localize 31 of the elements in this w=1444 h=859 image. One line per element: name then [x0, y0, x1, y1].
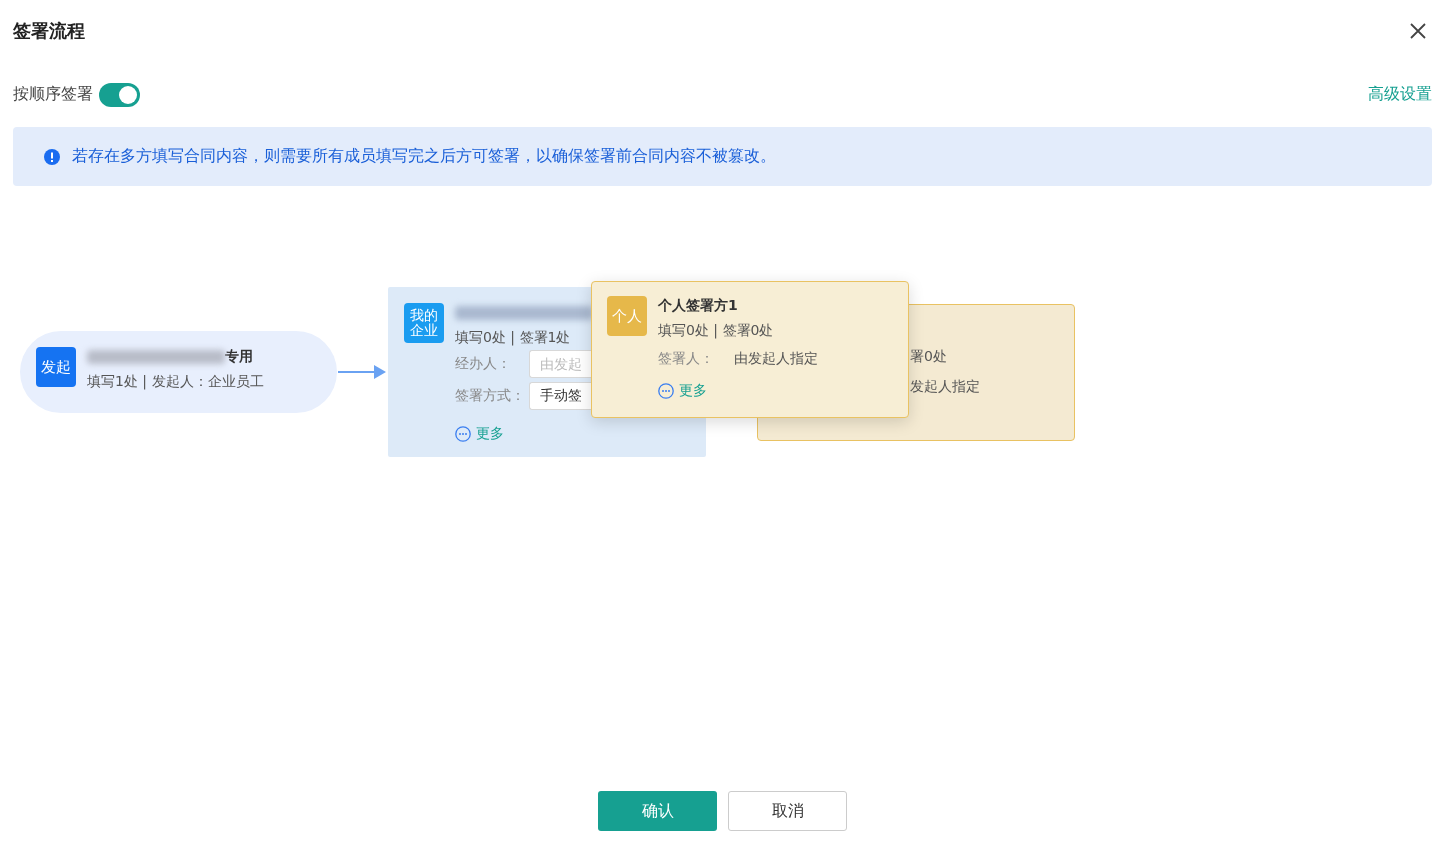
ellipsis-icon	[658, 383, 674, 399]
signer-summary: 署0处	[910, 348, 947, 366]
field-label: 经办人：	[455, 355, 512, 373]
ellipsis-icon	[455, 426, 471, 442]
signer-name: 专用	[225, 348, 253, 366]
field-label: 签署人：	[658, 350, 715, 368]
signer-value: 由发起人指定	[734, 350, 818, 368]
signer-summary: 填写0处 | 签署0处	[658, 322, 774, 340]
role-badge: 发起	[36, 347, 76, 387]
info-icon	[44, 148, 60, 165]
role-badge: 我的企业	[404, 303, 444, 343]
field-label: 签署方式：	[455, 387, 526, 405]
signer-value: 发起人指定	[910, 378, 980, 396]
toggle-label: 按顺序签署	[13, 84, 93, 105]
toggle-switch[interactable]	[99, 82, 140, 107]
close-button[interactable]	[1409, 22, 1427, 40]
more-link[interactable]: 更多	[658, 382, 707, 400]
arrow	[338, 365, 387, 379]
notice-text: 若存在多方填写合同内容，则需要所有成员填写完之后方可签署，以确保签署前合同内容不被篡改。	[72, 146, 776, 167]
signer-summary: 填写1处 | 发起人：企业员工	[87, 373, 264, 391]
dialog-title: 签署流程	[13, 19, 85, 43]
advanced-settings-link[interactable]: 高级设置	[1368, 84, 1432, 105]
signer-name: 个人签署方1	[658, 297, 738, 315]
confirm-button[interactable]: 确认	[598, 791, 717, 831]
role-badge: 个人	[607, 296, 647, 336]
input-field[interactable]: 由发起	[529, 350, 591, 378]
input-field[interactable]: 手动签	[529, 382, 591, 410]
more-link[interactable]: 更多	[455, 425, 504, 443]
signer-summary: 填写0处 | 签署1处	[455, 329, 571, 347]
cancel-button[interactable]: 取消	[728, 791, 847, 831]
close-icon	[1409, 22, 1427, 40]
